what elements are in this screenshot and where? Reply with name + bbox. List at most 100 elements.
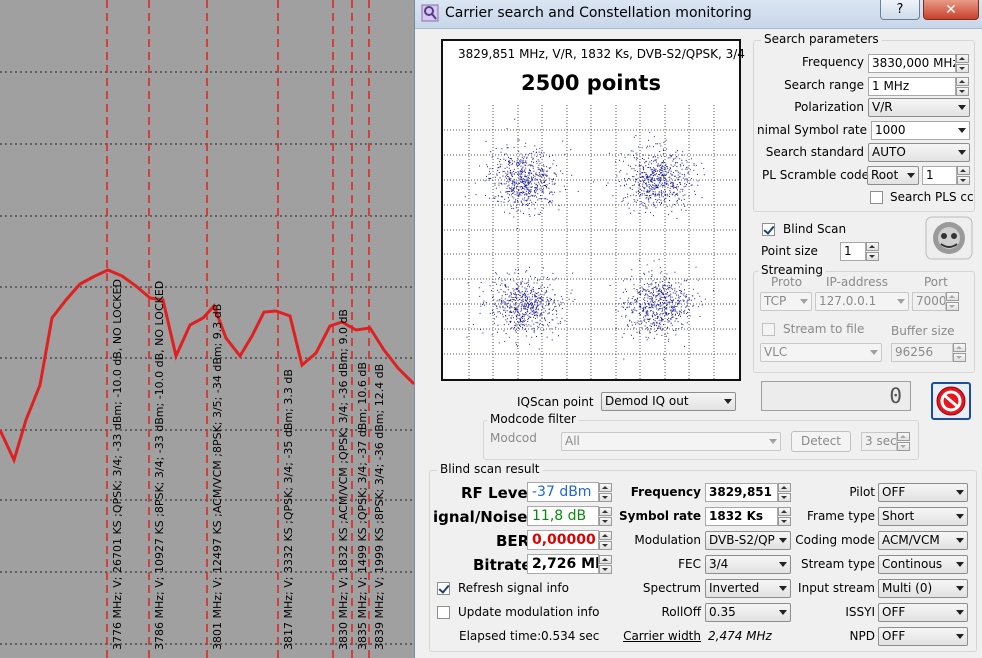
polarization-select[interactable]: V/R	[868, 98, 970, 117]
constellation-header: 3829,851 MHz, V/R, 1832 Ks, DVB-S2/QPSK,…	[458, 47, 745, 61]
iqscan-label: IQScan point	[517, 395, 594, 409]
npd-label: NPD	[849, 629, 875, 643]
min-symbol-rate-label: nimal Symbol rate	[757, 123, 868, 137]
modcode-filter-title: Modcode filter	[487, 412, 579, 426]
input-stream-label: Input stream	[798, 581, 875, 595]
ip-address-select[interactable]: 127.0.0.1	[815, 292, 909, 311]
logo-badge-icon	[925, 216, 973, 260]
constellation-plot	[444, 105, 738, 379]
search-standard-select[interactable]: AUTO	[868, 143, 970, 162]
update-modulation-label: Update modulation info	[458, 605, 600, 619]
iqscan-select[interactable]: Demod IQ out	[601, 392, 736, 411]
point-size-input[interactable]: 1	[840, 242, 866, 261]
frame-type-select[interactable]: Short	[878, 507, 968, 526]
pl-scramble-spinner[interactable]	[957, 166, 970, 185]
rf-level-label: RF Level	[461, 484, 533, 502]
rolloff-select[interactable]: 0.35	[705, 603, 791, 622]
search-range-label: Search range	[784, 78, 864, 92]
modulation-label: Modulation	[634, 533, 701, 547]
port-spinner[interactable]	[946, 292, 959, 311]
bitrate-label: Bitrate	[473, 556, 532, 574]
coding-mode-label: Coding mode	[795, 533, 875, 547]
constellation-points	[464, 118, 715, 360]
stream-to-file-checkbox[interactable]	[762, 323, 775, 336]
elapsed-time-value: 0.534 sec	[541, 629, 600, 643]
symbol-rate-spinner[interactable]	[778, 507, 791, 526]
signal-noise-value: 11,8 dB	[527, 506, 599, 526]
buffer-size-input[interactable]: 96256	[891, 343, 953, 362]
issyi-select[interactable]: OFF	[878, 603, 968, 622]
player-select[interactable]: VLC	[760, 343, 882, 362]
search-parameters-title: Search parameters	[761, 32, 882, 46]
port-input[interactable]: 7000	[912, 292, 946, 311]
fec-select[interactable]: 3/4	[705, 555, 791, 574]
search-pls-checkbox[interactable]	[870, 191, 883, 204]
detect-timeout-input[interactable]: 3 sec	[861, 432, 897, 451]
frequency-input[interactable]: 3830,000 MHz	[868, 54, 956, 73]
detect-button[interactable]: Detect	[791, 431, 851, 452]
blind-scan-checkbox[interactable]	[762, 223, 775, 236]
refresh-signal-checkbox[interactable]	[437, 582, 450, 595]
signal-noise-label: ignal/Noise	[433, 508, 528, 526]
buffer-size-spinner[interactable]	[953, 343, 966, 362]
min-symbol-rate-select[interactable]: 1000	[871, 121, 970, 140]
pl-scramble-mode-select[interactable]: Root	[867, 166, 919, 185]
blind-scan-label: Blind Scan	[783, 222, 847, 236]
help-button[interactable]: ?	[880, 0, 920, 20]
polarization-label: Polarization	[794, 100, 864, 114]
points-count: 2500 points	[521, 71, 661, 95]
search-standard-label: Search standard	[765, 145, 864, 159]
pl-scramble-code-input[interactable]: 1	[922, 166, 957, 185]
proto-select[interactable]: TCP	[760, 292, 812, 311]
pl-scramble-label: PL Scramble code	[762, 168, 870, 182]
stop-icon	[936, 386, 966, 416]
input-stream-select[interactable]: Multi (0)	[878, 579, 968, 598]
constellation-point-cloud	[464, 118, 715, 360]
point-size-label: Point size	[761, 244, 818, 258]
coding-mode-select[interactable]: ACM/VCM	[878, 531, 968, 550]
close-button[interactable]: ✕	[923, 0, 979, 20]
search-range-spinner[interactable]	[956, 77, 969, 96]
search-range-input[interactable]: 1 MHz	[868, 77, 956, 96]
rf-level-value: -37 dBm	[527, 482, 599, 502]
carrier-width-label[interactable]: Carrier width	[611, 629, 701, 643]
fec-label: FEC	[678, 557, 701, 571]
counter-value: 0	[889, 384, 902, 408]
carrier-label: 3835 MHz; V; 1499 KS ;QPSK; 3/4; -37 dBm…	[356, 362, 369, 650]
carrier-label: 3830 MHz; V; 1832 KS ;ACM/VCM ;QPSK; 3/4…	[337, 309, 350, 650]
counter-display: 0	[761, 381, 911, 411]
pilot-select[interactable]: OFF	[878, 483, 968, 502]
spectrum-panel[interactable]: 3776 MHz; V; 26701 KS ;QPSK; 3/4; -33 dB…	[0, 0, 414, 658]
update-modulation-checkbox[interactable]	[437, 606, 450, 619]
stream-to-file-label: Stream to file	[783, 322, 865, 336]
carrier-label: 3776 MHz; V; 26701 KS ;QPSK; 3/4; -33 dB…	[111, 279, 124, 650]
rolloff-label: RollOff	[661, 605, 701, 619]
point-size-spinner[interactable]	[866, 242, 879, 261]
ber-label: BER	[496, 532, 530, 550]
symbol-rate-label: Symbol rate	[619, 509, 701, 523]
app-magnifier-icon	[421, 4, 439, 22]
symbol-rate-value: 1832 Ks	[705, 507, 778, 526]
modulation-select[interactable]: DVB-S2/QP	[705, 531, 791, 550]
detect-timeout-spinner[interactable]	[897, 432, 910, 451]
port-label: Port	[924, 275, 948, 289]
proto-label: Proto	[771, 275, 803, 289]
ip-address-label: IP-address	[826, 275, 888, 289]
ber-value: 0,00000	[527, 530, 599, 550]
search-pls-label: Search PLS cc	[890, 190, 974, 204]
title-bar: Carrier search and Constellation monitor…	[415, 0, 982, 29]
frequency-result-label: Frequency	[630, 485, 701, 499]
npd-select[interactable]: OFF	[878, 627, 968, 646]
stop-button[interactable]	[931, 382, 971, 420]
frequency-spinner[interactable]	[956, 54, 969, 73]
refresh-signal-label: Refresh signal info	[458, 581, 569, 595]
window-title: Carrier search and Constellation monitor…	[445, 5, 752, 21]
frequency-label: Frequency	[802, 55, 864, 69]
pilot-label: Pilot	[849, 485, 875, 499]
spectrum-select[interactable]: Inverted	[705, 579, 791, 598]
frequency-result-spinner[interactable]	[778, 483, 791, 502]
spectrum-plot	[0, 0, 414, 658]
constellation-grid	[444, 105, 738, 379]
stream-type-select[interactable]: Continous	[878, 555, 968, 574]
modcode-select[interactable]: All	[561, 432, 781, 451]
